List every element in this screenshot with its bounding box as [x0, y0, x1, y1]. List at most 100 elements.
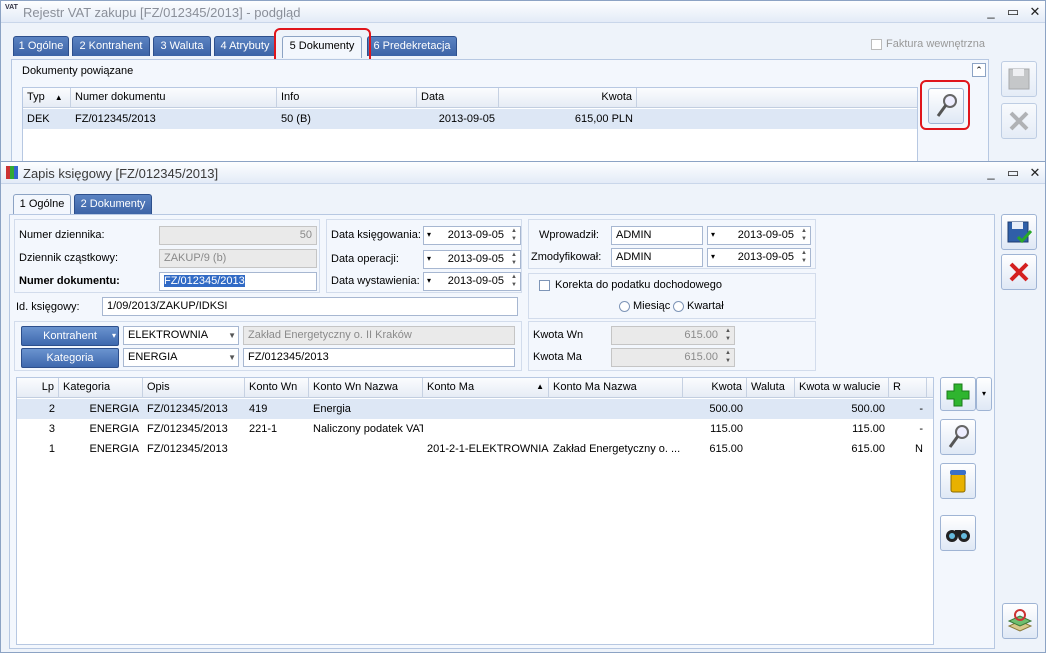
cell-opis: FZ/012345/2013 [147, 403, 228, 415]
numer-dokumentu-field[interactable]: FZ/012345/2013 [159, 272, 317, 291]
cancel-button-disabled[interactable] [1001, 103, 1037, 139]
entry-window-titlebar: Zapis księgowy [FZ/012345/2013] _ ▭ ✕ [1, 162, 1045, 184]
dropdown-icon[interactable]: ▾ [427, 230, 431, 239]
delete-entry-button[interactable] [940, 463, 976, 499]
cell-numer: FZ/012345/2013 [75, 113, 156, 125]
internal-invoice-checkbox[interactable] [871, 39, 882, 50]
col-kwota-w-walucie[interactable]: Kwota w walucie [795, 378, 889, 398]
col-r[interactable]: R [889, 378, 927, 398]
add-entry-dropdown[interactable]: ▾ [976, 377, 992, 411]
export-button[interactable] [1002, 603, 1038, 639]
cell-kwota: 115.00 [710, 423, 743, 435]
korekta-checkbox[interactable] [539, 280, 550, 291]
col-numer[interactable]: Numer dokumentu [71, 88, 277, 108]
spinner-icon: ▲ ▼ [801, 250, 807, 264]
col-waluta[interactable]: Waluta [747, 378, 795, 398]
col-konto-ma[interactable]: Konto Ma ▲ [423, 378, 549, 398]
amounts-box: Kwota Wn 615.00 ▲ ▼ Kwota Ma 615.00 ▲ ▼ [528, 321, 816, 371]
vat-tab-predekretacja[interactable]: 6 Predekretacja [367, 36, 457, 56]
entries-grid-header: Lp Kategoria Opis Konto Wn Konto Wn Nazw… [17, 378, 933, 398]
table-row[interactable]: DEK FZ/012345/2013 50 (B) 2013-09-05 615… [23, 109, 917, 129]
col-opis[interactable]: Opis [143, 378, 245, 398]
col-kwota[interactable]: Kwota [499, 88, 637, 108]
cell-opis: FZ/012345/2013 [147, 423, 228, 435]
dropdown-icon: ▾ [711, 252, 716, 261]
data-operacji-field[interactable]: ▾ 2013-09-05 ▲ ▼ [423, 250, 521, 269]
cell-lp: 2 [48, 403, 55, 415]
table-row[interactable]: 1 ENERGIA FZ/012345/2013 201-2-1-ELEKTRO… [17, 439, 933, 459]
dropdown-icon[interactable]: ▾ [112, 327, 116, 345]
vat-tab-waluta[interactable]: 3 Waluta [153, 36, 211, 56]
dropdown-icon[interactable]: ▾ [427, 276, 431, 285]
vat-tab-atrybuty[interactable]: 4 Atrybuty [214, 36, 276, 56]
vat-app-icon: VAT [5, 4, 18, 11]
kontrahent-code-select[interactable]: ELEKTROWNIA ▼ [123, 326, 239, 345]
maximize-icon[interactable]: ▭ [1005, 165, 1021, 181]
col-data[interactable]: Data [417, 88, 499, 108]
search-button[interactable] [940, 515, 976, 551]
col-konto-wn-nazwa[interactable]: Konto Wn Nazwa [309, 378, 423, 398]
save-entry-button[interactable] [1001, 214, 1037, 250]
spinner-icon[interactable]: ▲ ▼ [508, 273, 520, 290]
cell-konto-wn: 221-1 [249, 423, 278, 435]
entry-tab-dokumenty[interactable]: 2 Dokumenty [74, 194, 152, 214]
close-icon[interactable]: ✕ [1027, 4, 1043, 20]
kontrahent-button[interactable]: Kontrahent ▾ [21, 326, 119, 346]
plus-icon [946, 383, 970, 407]
cell-kwota: 615.00 [709, 443, 743, 455]
kwota-ma-label: Kwota Ma [533, 351, 582, 363]
dropdown-icon[interactable]: ▾ [427, 254, 431, 263]
data-wystawienia-label: Data wystawienia: [331, 275, 420, 287]
layers-icon [1007, 609, 1033, 632]
cell-lp: 3 [48, 423, 55, 435]
cell-konto-ma: 201-2-1-ELEKTROWNIA [427, 443, 549, 455]
add-entry-button[interactable] [940, 377, 976, 411]
cell-opis: FZ/012345/2013 [147, 443, 228, 455]
vat-tab-kontrahent[interactable]: 2 Kontrahent [72, 36, 150, 56]
cell-kategoria: ENERGIA [89, 403, 139, 415]
collapse-icon[interactable]: ⌃ [972, 63, 986, 77]
kategoria-desc-field[interactable]: FZ/012345/2013 [243, 348, 515, 367]
dates-box: Data księgowania: ▾ 2013-09-05 ▲ ▼ Data ope… [326, 219, 522, 293]
col-konto-ma-nazwa[interactable]: Konto Ma Nazwa [549, 378, 683, 398]
col-kwota[interactable]: Kwota [683, 378, 747, 398]
kategoria-button[interactable]: Kategoria [21, 348, 119, 368]
minimize-icon[interactable]: _ [983, 165, 999, 181]
entry-tab-ogolne[interactable]: 1 Ogólne [13, 194, 71, 216]
close-icon[interactable]: ✕ [1027, 165, 1043, 181]
kategoria-code-select[interactable]: ENERGIA ▼ [123, 348, 239, 367]
miesiac-radio[interactable] [619, 301, 630, 312]
col-kategoria[interactable]: Kategoria [59, 378, 143, 398]
col-lp[interactable]: Lp [17, 378, 59, 398]
cancel-entry-button[interactable] [1001, 254, 1037, 290]
save-button-disabled[interactable] [1001, 61, 1037, 97]
kwartal-radio[interactable] [673, 301, 684, 312]
zmodyfikowal-label: Zmodyfikował: [531, 251, 602, 263]
minimize-icon[interactable]: _ [983, 4, 999, 20]
trash-icon [950, 470, 966, 493]
cell-r: - [919, 403, 923, 415]
spinner-icon[interactable]: ▲ ▼ [508, 251, 520, 268]
data-wystawienia-field[interactable]: ▾ 2013-09-05 ▲ ▼ [423, 272, 521, 291]
col-konto-wn[interactable]: Konto Wn [245, 378, 309, 398]
cell-konto-wn-nazwa: Energia [313, 403, 351, 415]
table-row[interactable]: 2 ENERGIA FZ/012345/2013 419 Energia 500… [17, 399, 933, 419]
vat-tab-ogolne[interactable]: 1 Ogólne [13, 36, 69, 56]
dziennik-czastkowy-label: Dziennik cząstkowy: [19, 252, 119, 264]
vat-register-window: VAT Rejestr VAT zakupu [FZ/012345/2013] … [0, 0, 1046, 165]
col-info[interactable]: Info [277, 88, 417, 108]
entry-window-title: Zapis księgowy [FZ/012345/2013] [23, 166, 219, 181]
maximize-icon[interactable]: ▭ [1005, 4, 1021, 20]
table-row[interactable]: 3 ENERGIA FZ/012345/2013 221-1 Naliczony… [17, 419, 933, 439]
preview-entry-button[interactable] [940, 419, 976, 455]
col-typ[interactable]: Typ ▲ [23, 88, 71, 108]
id-ksiegowy-field[interactable]: 1/09/2013/ZAKUP/IDKSI [102, 297, 518, 316]
spinner-icon: ▲ ▼ [725, 350, 731, 364]
chevron-down-icon: ▼ [228, 331, 236, 340]
cell-kwota-w-walucie: 500.00 [851, 403, 885, 415]
data-ksiegowania-field[interactable]: ▾ 2013-09-05 ▲ ▼ [423, 226, 521, 245]
dropdown-icon: ▾ [711, 230, 716, 239]
dziennik-czastkowy-field: ZAKUP/9 (b) [159, 249, 317, 268]
zmodyfikowal-user-field: ADMIN [611, 248, 703, 267]
spinner-icon[interactable]: ▲ ▼ [508, 227, 520, 244]
